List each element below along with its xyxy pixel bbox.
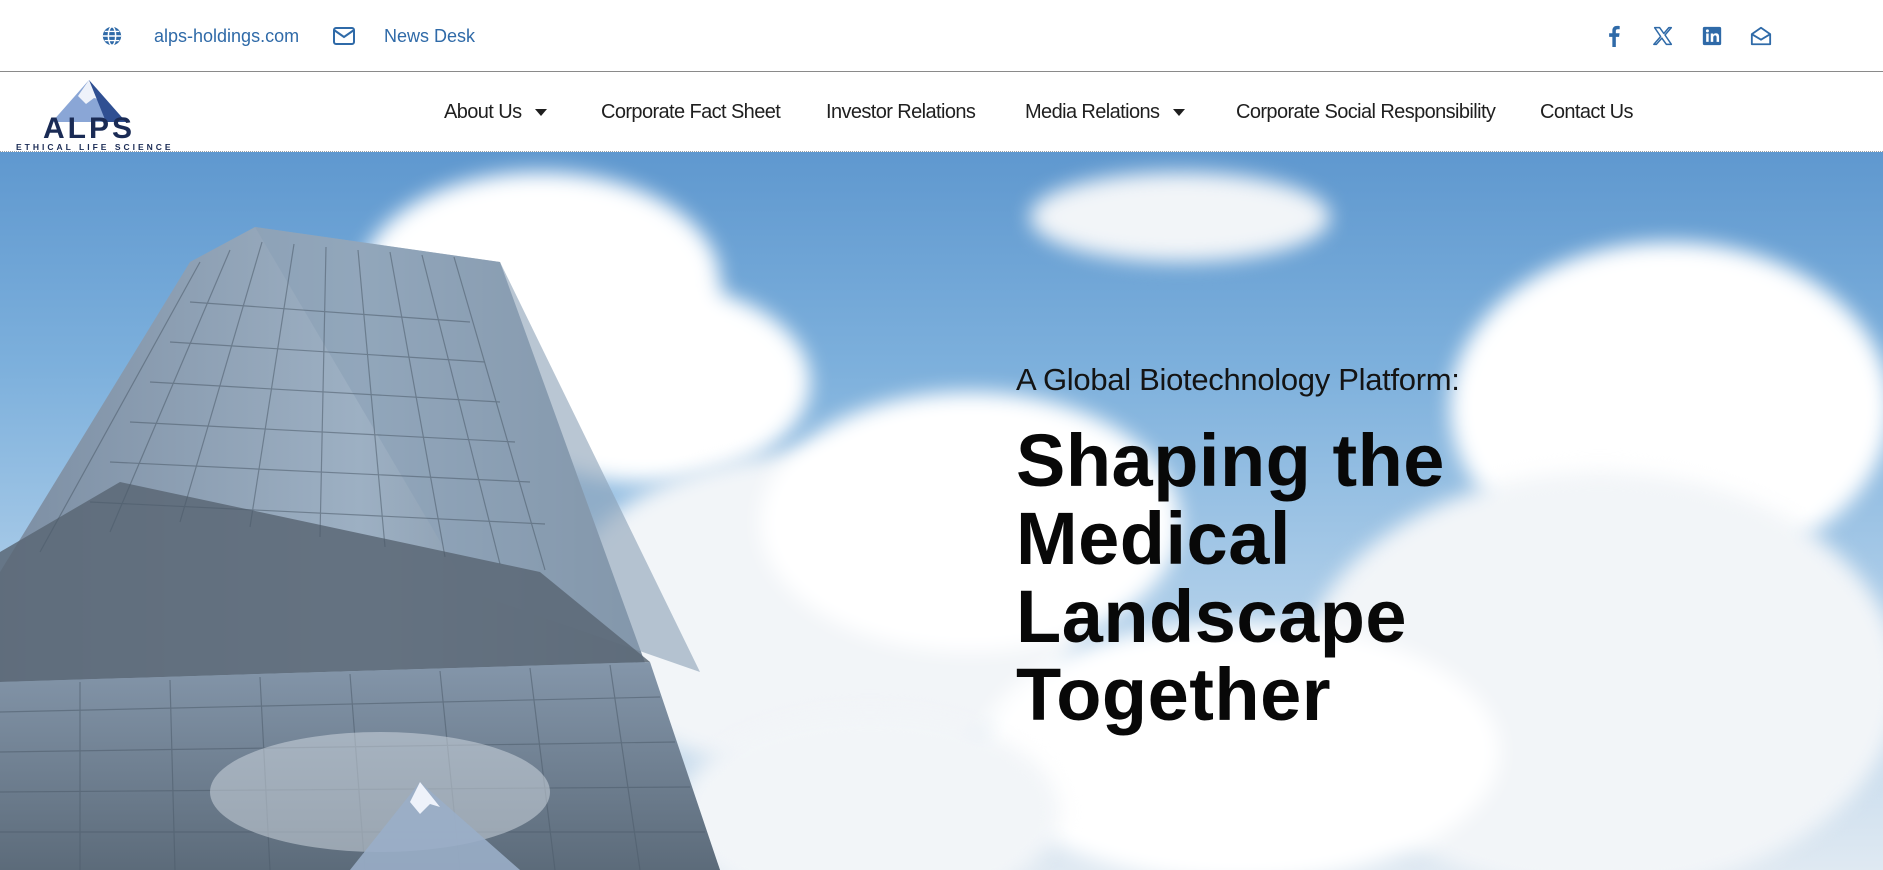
social-email[interactable] xyxy=(1747,0,1775,72)
website-link[interactable]: alps-holdings.com xyxy=(98,0,299,72)
social-facebook[interactable] xyxy=(1600,0,1628,72)
x-icon[interactable] xyxy=(1649,22,1677,50)
hero-title: Shaping the Medical Landscape Together xyxy=(1016,422,1496,734)
globe-icon xyxy=(98,22,126,50)
newsdesk-link[interactable]: News Desk xyxy=(330,0,475,72)
nav-item-corporate-social-responsibility[interactable]: Corporate Social Responsibility xyxy=(1236,72,1496,152)
social-x[interactable] xyxy=(1649,0,1677,72)
hero-title-line: Medical xyxy=(1016,497,1291,580)
caret-down-icon xyxy=(1173,108,1186,116)
caret-down-icon xyxy=(535,108,548,116)
nav-item-label: Investor Relations xyxy=(826,100,976,123)
cloud xyxy=(1030,172,1330,262)
office-tower-image xyxy=(0,227,720,870)
nav-item-label: Corporate Social Responsibility xyxy=(1236,100,1496,123)
nav-item-media-relations[interactable]: Media Relations xyxy=(1025,72,1186,152)
hero-title-line: Together xyxy=(1016,653,1332,736)
hero-title-line: Landscape xyxy=(1016,575,1408,658)
nav-item-investor-relations[interactable]: Investor Relations xyxy=(826,72,976,152)
nav-item-corporate-fact-sheet[interactable]: Corporate Fact Sheet xyxy=(601,72,781,152)
facebook-icon[interactable] xyxy=(1600,22,1628,50)
hero-subtitle: A Global Biotechnology Platform: xyxy=(1016,362,1460,397)
website-link-label[interactable]: alps-holdings.com xyxy=(154,26,299,47)
envelope-icon xyxy=(330,22,358,50)
nav-item-about-us[interactable]: About Us xyxy=(444,72,548,152)
email-icon[interactable] xyxy=(1747,22,1775,50)
nav-item-contact-us[interactable]: Contact Us xyxy=(1540,72,1634,152)
main-navigation: ALPS ETHICAL LIFE SCIENCE About Us Corpo… xyxy=(0,72,1883,152)
top-contact-bar: alps-holdings.com News Desk xyxy=(0,0,1883,72)
nav-item-label: Media Relations xyxy=(1025,100,1160,123)
linkedin-icon[interactable] xyxy=(1698,22,1726,50)
newsdesk-link-label[interactable]: News Desk xyxy=(384,26,475,47)
nav-menu: About Us Corporate Fact Sheet Investor R… xyxy=(0,72,1883,152)
nav-item-label: About Us xyxy=(444,100,522,123)
social-linkedin[interactable] xyxy=(1698,0,1726,72)
nav-item-label: Contact Us xyxy=(1540,100,1634,123)
hero-banner: A Global Biotechnology Platform: Shaping… xyxy=(0,152,1883,870)
hero-title-line: Shaping the xyxy=(1016,419,1445,502)
nav-item-label: Corporate Fact Sheet xyxy=(601,100,781,123)
